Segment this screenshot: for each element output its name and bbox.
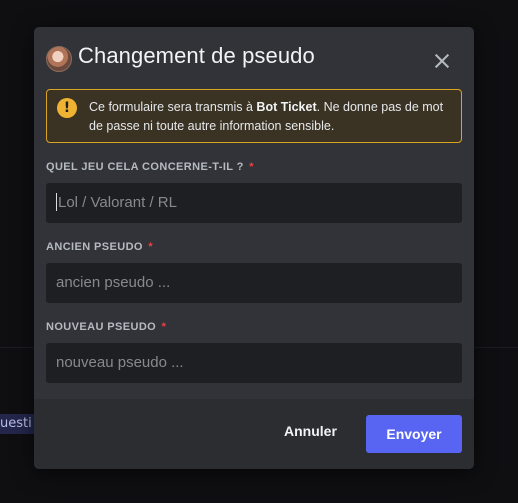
field-label-old-pseudo: ANCIEN PSEUDO * [46, 241, 154, 253]
warning-banner: ! Ce formulaire sera transmis à Bot Tick… [46, 89, 462, 143]
required-mark: * [249, 161, 254, 173]
game-input-placeholder: Lol / Valorant / RL [58, 194, 177, 211]
close-icon[interactable] [430, 49, 454, 73]
text-caret [56, 192, 57, 211]
bot-avatar [46, 46, 72, 72]
modal-dialog: Changement de pseudo ! Ce formulaire ser… [34, 27, 474, 469]
submit-button[interactable]: Envoyer [366, 415, 462, 453]
modal-title: Changement de pseudo [78, 43, 315, 68]
required-mark: * [148, 241, 154, 253]
modal-header: Changement de pseudo [34, 27, 474, 89]
field-label-new-pseudo: NOUVEAU PSEUDO * [46, 321, 167, 333]
modal-footer: Annuler Envoyer [34, 399, 474, 469]
game-input[interactable]: Lol / Valorant / RL [46, 183, 462, 223]
old-pseudo-input[interactable]: ancien pseudo ... [46, 263, 462, 303]
new-pseudo-input[interactable]: nouveau pseudo ... [46, 343, 462, 383]
field-label-game: QUEL JEU CELA CONCERNE-T-IL ? * [46, 161, 254, 173]
cancel-button[interactable]: Annuler [284, 423, 337, 439]
new-pseudo-placeholder: nouveau pseudo ... [56, 354, 184, 371]
exclamation-circle-icon: ! [57, 98, 77, 118]
warning-text: Ce formulaire sera transmis à Bot Ticket… [89, 100, 444, 133]
required-mark: * [161, 321, 167, 333]
bot-name: Bot Ticket [256, 100, 317, 114]
old-pseudo-placeholder: ancien pseudo ... [56, 274, 171, 291]
